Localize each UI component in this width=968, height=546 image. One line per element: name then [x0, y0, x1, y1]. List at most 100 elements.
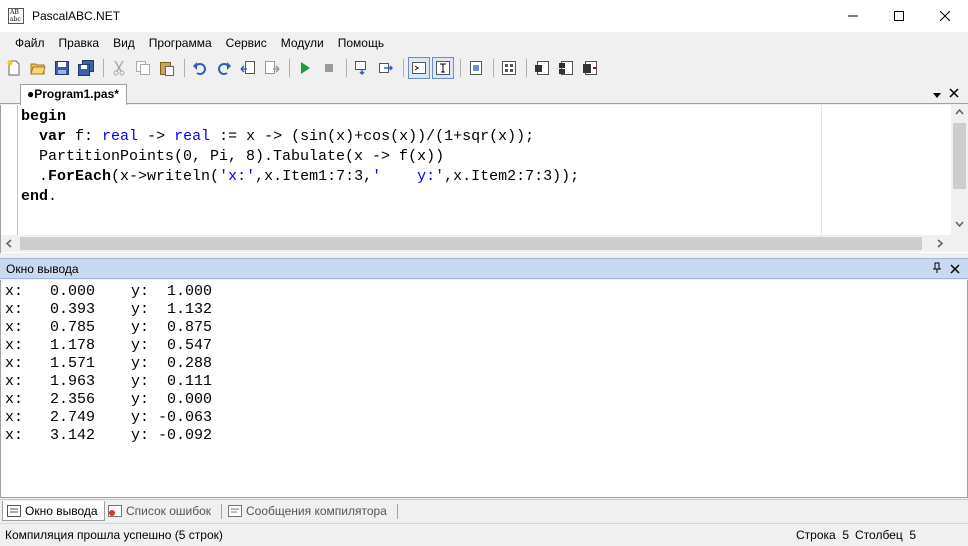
toolbar-separator	[526, 59, 527, 77]
close-button[interactable]	[922, 0, 968, 32]
tab-error-list-label: Список ошибок	[126, 504, 212, 518]
open-button[interactable]	[27, 57, 49, 79]
document-tab-strip: ●Program1.pas*	[0, 82, 968, 105]
tab-error-list[interactable]: Список ошибок	[104, 501, 217, 521]
close-icon	[949, 88, 959, 98]
output-line: x: 0.000 y: 1.000	[5, 283, 213, 300]
run-icon	[301, 62, 310, 74]
cut-button[interactable]	[108, 57, 130, 79]
menu-modules[interactable]: Модули	[274, 32, 331, 54]
menu-program[interactable]: Программа	[142, 32, 219, 54]
menu-view[interactable]: Вид	[106, 32, 142, 54]
save-button[interactable]	[51, 57, 73, 79]
tab-program1[interactable]: ●Program1.pas*	[20, 84, 127, 105]
output-window[interactable]: x: 0.000 y: 1.000 x: 0.393 y: 1.132 x: 0.7…	[0, 280, 968, 498]
status-message: Компиляция прошла успешно (5 строк)	[5, 528, 223, 542]
document-icon	[470, 61, 482, 75]
copy-icon	[136, 61, 150, 75]
output-close-button[interactable]	[950, 263, 960, 277]
menu-file[interactable]: Файл	[8, 32, 52, 54]
compiler-messages-icon	[228, 505, 242, 517]
menu-service[interactable]: Сервис	[219, 32, 274, 54]
toolbar-separator	[184, 59, 185, 77]
editor-margin	[17, 105, 18, 235]
chevron-up-icon[interactable]	[955, 109, 964, 115]
code-line[interactable]: PartitionPoints(0, Pi, 8).Tabulate(x -> …	[21, 147, 579, 167]
form-designer-button[interactable]	[498, 57, 520, 79]
navigate-back-icon	[240, 61, 255, 74]
toolbar-separator	[289, 59, 290, 77]
run-button[interactable]	[294, 57, 316, 79]
chevron-down-icon[interactable]	[955, 221, 964, 227]
tab-separator	[221, 504, 222, 519]
pin-button[interactable]	[932, 262, 942, 277]
undo-button[interactable]	[189, 57, 211, 79]
new-file-button[interactable]	[3, 57, 25, 79]
form-designer-icon	[502, 61, 516, 75]
code-line[interactable]: begin	[21, 107, 579, 127]
rebuild-button[interactable]	[579, 57, 601, 79]
text-mode-icon	[436, 61, 450, 75]
step-over-icon	[379, 63, 394, 73]
scroll-thumb[interactable]	[20, 237, 922, 250]
navigate-back-button[interactable]	[237, 57, 259, 79]
editor-right-margin-guide	[821, 105, 822, 235]
compile-button[interactable]	[531, 57, 553, 79]
undo-icon	[193, 62, 206, 75]
chevron-down-icon	[933, 93, 941, 98]
copy-button[interactable]	[132, 57, 154, 79]
editor-vertical-scrollbar[interactable]	[951, 105, 968, 235]
save-all-icon	[78, 60, 94, 76]
code-editor[interactable]: begin var f: real -> real := x -> (sin(x…	[0, 105, 968, 253]
code-line[interactable]: .ForEach(x->writeln('x:',x.Item1:7:3,' y…	[21, 167, 579, 187]
save-all-button[interactable]	[75, 57, 97, 79]
toolbar-separator	[403, 59, 404, 77]
code-line[interactable]: end.	[21, 187, 579, 207]
status-column-label: Столбец	[855, 528, 903, 542]
build-button[interactable]	[555, 57, 577, 79]
stop-button[interactable]	[318, 57, 340, 79]
chevron-left-icon[interactable]	[6, 239, 12, 248]
paste-button[interactable]	[156, 57, 178, 79]
code-text[interactable]: begin var f: real -> real := x -> (sin(x…	[21, 107, 579, 207]
output-window-icon	[412, 62, 426, 74]
minimize-icon	[848, 15, 858, 17]
scroll-thumb[interactable]	[953, 123, 966, 189]
chevron-right-icon[interactable]	[937, 239, 943, 248]
menu-help[interactable]: Помощь	[331, 32, 391, 54]
code-line[interactable]: var f: real -> real := x -> (sin(x)+cos(…	[21, 127, 579, 147]
output-window-button[interactable]	[408, 57, 430, 79]
window-controls	[830, 0, 968, 32]
tab-close-button[interactable]	[949, 87, 959, 101]
menu-edit[interactable]: Правка	[52, 32, 107, 54]
maximize-button[interactable]	[876, 0, 922, 32]
window-title: PascalABC.NET	[32, 9, 121, 23]
save-icon	[55, 61, 69, 75]
tab-output-window[interactable]: Окно вывода	[2, 501, 105, 521]
output-line: x: 3.142 y: -0.092	[5, 427, 213, 444]
text-mode-button[interactable]	[432, 57, 454, 79]
document-button[interactable]	[465, 57, 487, 79]
open-folder-icon	[30, 63, 46, 75]
step-over-button[interactable]	[375, 57, 397, 79]
rebuild-icon	[583, 61, 597, 75]
close-icon	[940, 11, 950, 21]
output-line: x: 2.749 y: -0.063	[5, 409, 213, 426]
stop-icon	[325, 64, 333, 72]
tab-output-window-label: Окно вывода	[25, 503, 98, 518]
tab-compiler-messages[interactable]: Сообщения компилятора	[224, 501, 393, 521]
tab-list-button[interactable]	[932, 88, 942, 102]
status-row: Строка 5	[796, 528, 849, 542]
minimize-button[interactable]	[830, 0, 876, 32]
navigate-forward-button[interactable]	[261, 57, 283, 79]
editor-horizontal-scrollbar[interactable]	[1, 235, 951, 252]
step-into-button[interactable]	[351, 57, 373, 79]
app-icon: AB abc	[8, 8, 24, 24]
toolbar-separator	[346, 59, 347, 77]
redo-icon	[218, 62, 231, 75]
toolbar-separator	[103, 59, 104, 77]
status-column-value: 5	[909, 528, 917, 542]
redo-button[interactable]	[213, 57, 235, 79]
scrollbar-corner	[951, 235, 968, 252]
output-line: x: 1.178 y: 0.547	[5, 337, 213, 354]
